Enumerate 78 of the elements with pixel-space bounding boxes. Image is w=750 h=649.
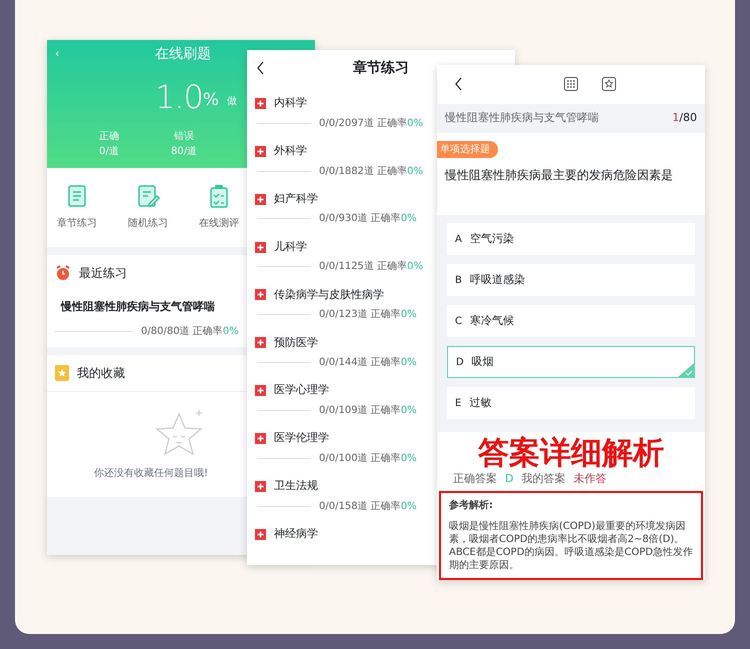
stat-label: 错误 xyxy=(174,130,194,144)
chapter-stats: 0/0/1125道 正确率0% xyxy=(319,260,423,274)
chapter-name: 内科学 xyxy=(274,95,307,112)
chapter-item[interactable]: 医学伦理学 0/0/100道 正确率0% xyxy=(247,421,435,470)
chapter-item[interactable]: 预防医学 0/0/144道 正确率0% xyxy=(247,326,435,374)
chapter-stats: 0/0/158道 正确率0% xyxy=(319,500,417,514)
back-chevron-icon[interactable] xyxy=(255,60,265,76)
chapter-stats: 0/0/930道 正确率0% xyxy=(319,212,417,226)
recent-item-name: 慢性阻塞性肺疾病与支气管哮喘 xyxy=(60,299,216,315)
check-corner-icon xyxy=(678,363,694,378)
shortcut-button[interactable]: 章节练习 xyxy=(47,184,107,231)
alarm-clock-icon xyxy=(55,265,71,281)
chapter-item[interactable]: 医学心理学 0/0/109道 正确率0% xyxy=(247,373,435,422)
plus-icon xyxy=(255,289,266,300)
rate-unit: % xyxy=(202,88,220,112)
shortcut-button[interactable]: 在线测评 xyxy=(189,184,249,231)
chapter-name: 儿科学 xyxy=(274,238,307,255)
chapter-stats: 0/0/109道 正确率0% xyxy=(319,404,417,418)
plus-icon xyxy=(255,146,266,157)
chapter-stats: 0/0/2097道 正确率0% xyxy=(319,116,423,131)
plus-icon xyxy=(255,194,266,205)
chapter-name: 外科学 xyxy=(274,143,307,160)
analysis-text: 吸烟是慢性阻塞性肺疾病(COPD)最重要的环境发病因素，吸烟者COPD的患病率比不吸烟者高2~8倍(D)。ABCE都是COPD的病因。呼吸道感染是COPD急性发作期的主要原因。 xyxy=(449,520,693,572)
correct-answer: D xyxy=(505,470,514,486)
answer-option[interactable]: D 吸烟 xyxy=(447,346,695,378)
rate-value: 1.0 xyxy=(155,81,203,113)
chapter-stats: 0/0/123道 正确率0% xyxy=(319,308,417,322)
chapter-stats: 0/0/1882道 正确率0% xyxy=(319,164,423,179)
chapter-name: 神经病学 xyxy=(274,526,318,542)
grid-icon[interactable] xyxy=(564,77,578,92)
question-counter: 1/80 xyxy=(672,110,697,126)
stat-label: 正确 xyxy=(99,130,119,144)
plus-icon xyxy=(255,528,266,540)
answer-option[interactable]: B 呼吸道感染 xyxy=(447,264,695,296)
plus-icon xyxy=(255,433,266,444)
chapter-stats: 0/0/100道 正确率0% xyxy=(319,452,417,466)
question-text: 慢性阻塞性肺疾病最主要的发病危险因素是 xyxy=(444,166,674,184)
chapter-name: 妇产科学 xyxy=(274,190,318,207)
plus-icon xyxy=(255,385,266,396)
chapter-item[interactable]: 神经病学 xyxy=(247,517,435,565)
shortcut-button[interactable]: 随机练习 xyxy=(118,184,178,231)
back-chevron-icon[interactable] xyxy=(453,76,463,92)
chapter-name: 医学心理学 xyxy=(274,382,329,398)
question-type-tag: 单项选择题 xyxy=(437,140,498,158)
stat-value: 0/道 xyxy=(99,145,119,159)
plus-icon xyxy=(255,98,266,109)
recent-item-stats: 0/80/80道 正确率0% xyxy=(141,324,239,338)
screen-title: 在线刷题 xyxy=(154,45,212,64)
screen-title: 章节练习 xyxy=(352,58,410,78)
edit-icon xyxy=(136,184,160,208)
section-title: 最近练习 xyxy=(79,265,127,282)
answer-option[interactable]: A 空气污染 xyxy=(447,223,695,256)
empty-message: 你还没有收藏任何题目哦! xyxy=(94,466,209,480)
plus-icon xyxy=(255,337,266,348)
plus-icon xyxy=(255,480,266,492)
chapter-name: 预防医学 xyxy=(274,334,318,351)
chapter-item[interactable]: 儿科学 0/0/1125道 正确率0% xyxy=(247,230,435,278)
my-answer: 未作答 xyxy=(573,470,606,486)
chapter-stats: 0/0/144道 正确率0% xyxy=(319,356,417,370)
answer-option[interactable]: E 过敏 xyxy=(447,387,695,420)
plus-icon xyxy=(255,242,266,253)
rate-label: 做 xyxy=(227,95,238,109)
chapter-item[interactable]: 卫生法规 0/0/158道 正确率0% xyxy=(247,469,435,518)
stat-value: 80/道 xyxy=(171,145,198,159)
chapter-title: 慢性阻塞性肺疾病与支气管哮喘 xyxy=(445,110,599,126)
chapter-name: 医学伦理学 xyxy=(274,430,329,446)
chapter-name: 传染病学与皮肤性病学 xyxy=(274,286,384,303)
chapter-name: 卫生法规 xyxy=(274,478,318,494)
section-title: 我的收藏 xyxy=(77,364,125,382)
answer-option[interactable]: C 寒冷气候 xyxy=(447,305,695,338)
chapter-item[interactable]: 内科学 0/0/2097道 正确率0% xyxy=(247,86,435,134)
answer-label: 我的答案 xyxy=(521,470,566,486)
chapter-item[interactable]: 外科学 0/0/1882道 正确率0% xyxy=(247,134,435,182)
chapter-item[interactable]: 传染病学与皮肤性病学 0/0/123道 正确率0% xyxy=(247,278,435,326)
promo-banner-text: 答案详细解析 xyxy=(477,436,665,470)
chapter-item[interactable]: 妇产科学 0/0/930道 正确率0% xyxy=(247,182,435,230)
analysis-title: 参考解析: xyxy=(449,499,494,512)
answer-label: 正确答案 xyxy=(453,470,497,486)
